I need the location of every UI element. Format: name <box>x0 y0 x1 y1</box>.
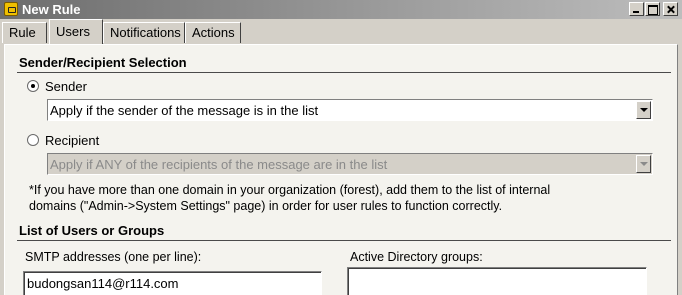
recipient-condition-value: Apply if ANY of the recipients of the me… <box>50 157 388 172</box>
ad-groups-label: Active Directory groups: <box>350 250 483 264</box>
recipient-condition-select: Apply if ANY of the recipients of the me… <box>47 153 653 175</box>
sender-condition-value: Apply if the sender of the message is in… <box>50 103 319 118</box>
users-groups-heading: List of Users or Groups <box>19 223 165 238</box>
section-divider <box>17 72 671 73</box>
sender-radio[interactable]: Sender <box>27 78 87 94</box>
tab-actions[interactable]: Actions <box>185 22 241 43</box>
internal-domains-note: *If you have more than one domain in you… <box>29 182 629 214</box>
section-divider <box>17 240 671 241</box>
window-title: New Rule <box>22 2 81 17</box>
sender-recipient-heading: Sender/Recipient Selection <box>19 55 187 70</box>
sender-radio-label: Sender <box>45 78 87 94</box>
sender-radio-button[interactable] <box>27 80 39 92</box>
close-button[interactable] <box>663 2 678 16</box>
tab-notifications[interactable]: Notifications <box>103 22 185 43</box>
chevron-down-icon[interactable] <box>636 101 651 119</box>
minimize-button[interactable] <box>629 2 644 16</box>
sender-condition-select[interactable]: Apply if the sender of the message is in… <box>47 99 653 121</box>
ad-groups-field[interactable] <box>347 267 647 295</box>
tab-users[interactable]: Users <box>49 19 103 44</box>
tab-strip: Rule Users Notifications Actions <box>0 19 682 44</box>
note-line-2: domains ("Admin->System Settings" page) … <box>29 199 503 213</box>
recipient-radio-label: Recipient <box>45 132 100 148</box>
note-line-1: *If you have more than one domain in you… <box>29 183 551 197</box>
title-bar[interactable]: New Rule <box>0 0 682 19</box>
new-rule-window: New Rule Rule Users Notifications Action… <box>0 0 682 295</box>
maximize-button[interactable] <box>645 2 660 16</box>
recipient-radio[interactable]: Recipient <box>27 132 99 148</box>
tab-rule[interactable]: Rule <box>2 22 47 43</box>
smtp-addresses-field[interactable]: budongsan114@r114.com <box>23 271 322 295</box>
recipient-radio-button[interactable] <box>27 134 39 146</box>
users-tab-panel: Sender/Recipient Selection Sender Apply … <box>4 44 678 295</box>
app-icon <box>4 2 18 16</box>
chevron-down-icon <box>636 155 651 173</box>
smtp-address-entry: budongsan114@r114.com <box>27 276 179 291</box>
smtp-addresses-label: SMTP addresses (one per line): <box>25 250 202 264</box>
